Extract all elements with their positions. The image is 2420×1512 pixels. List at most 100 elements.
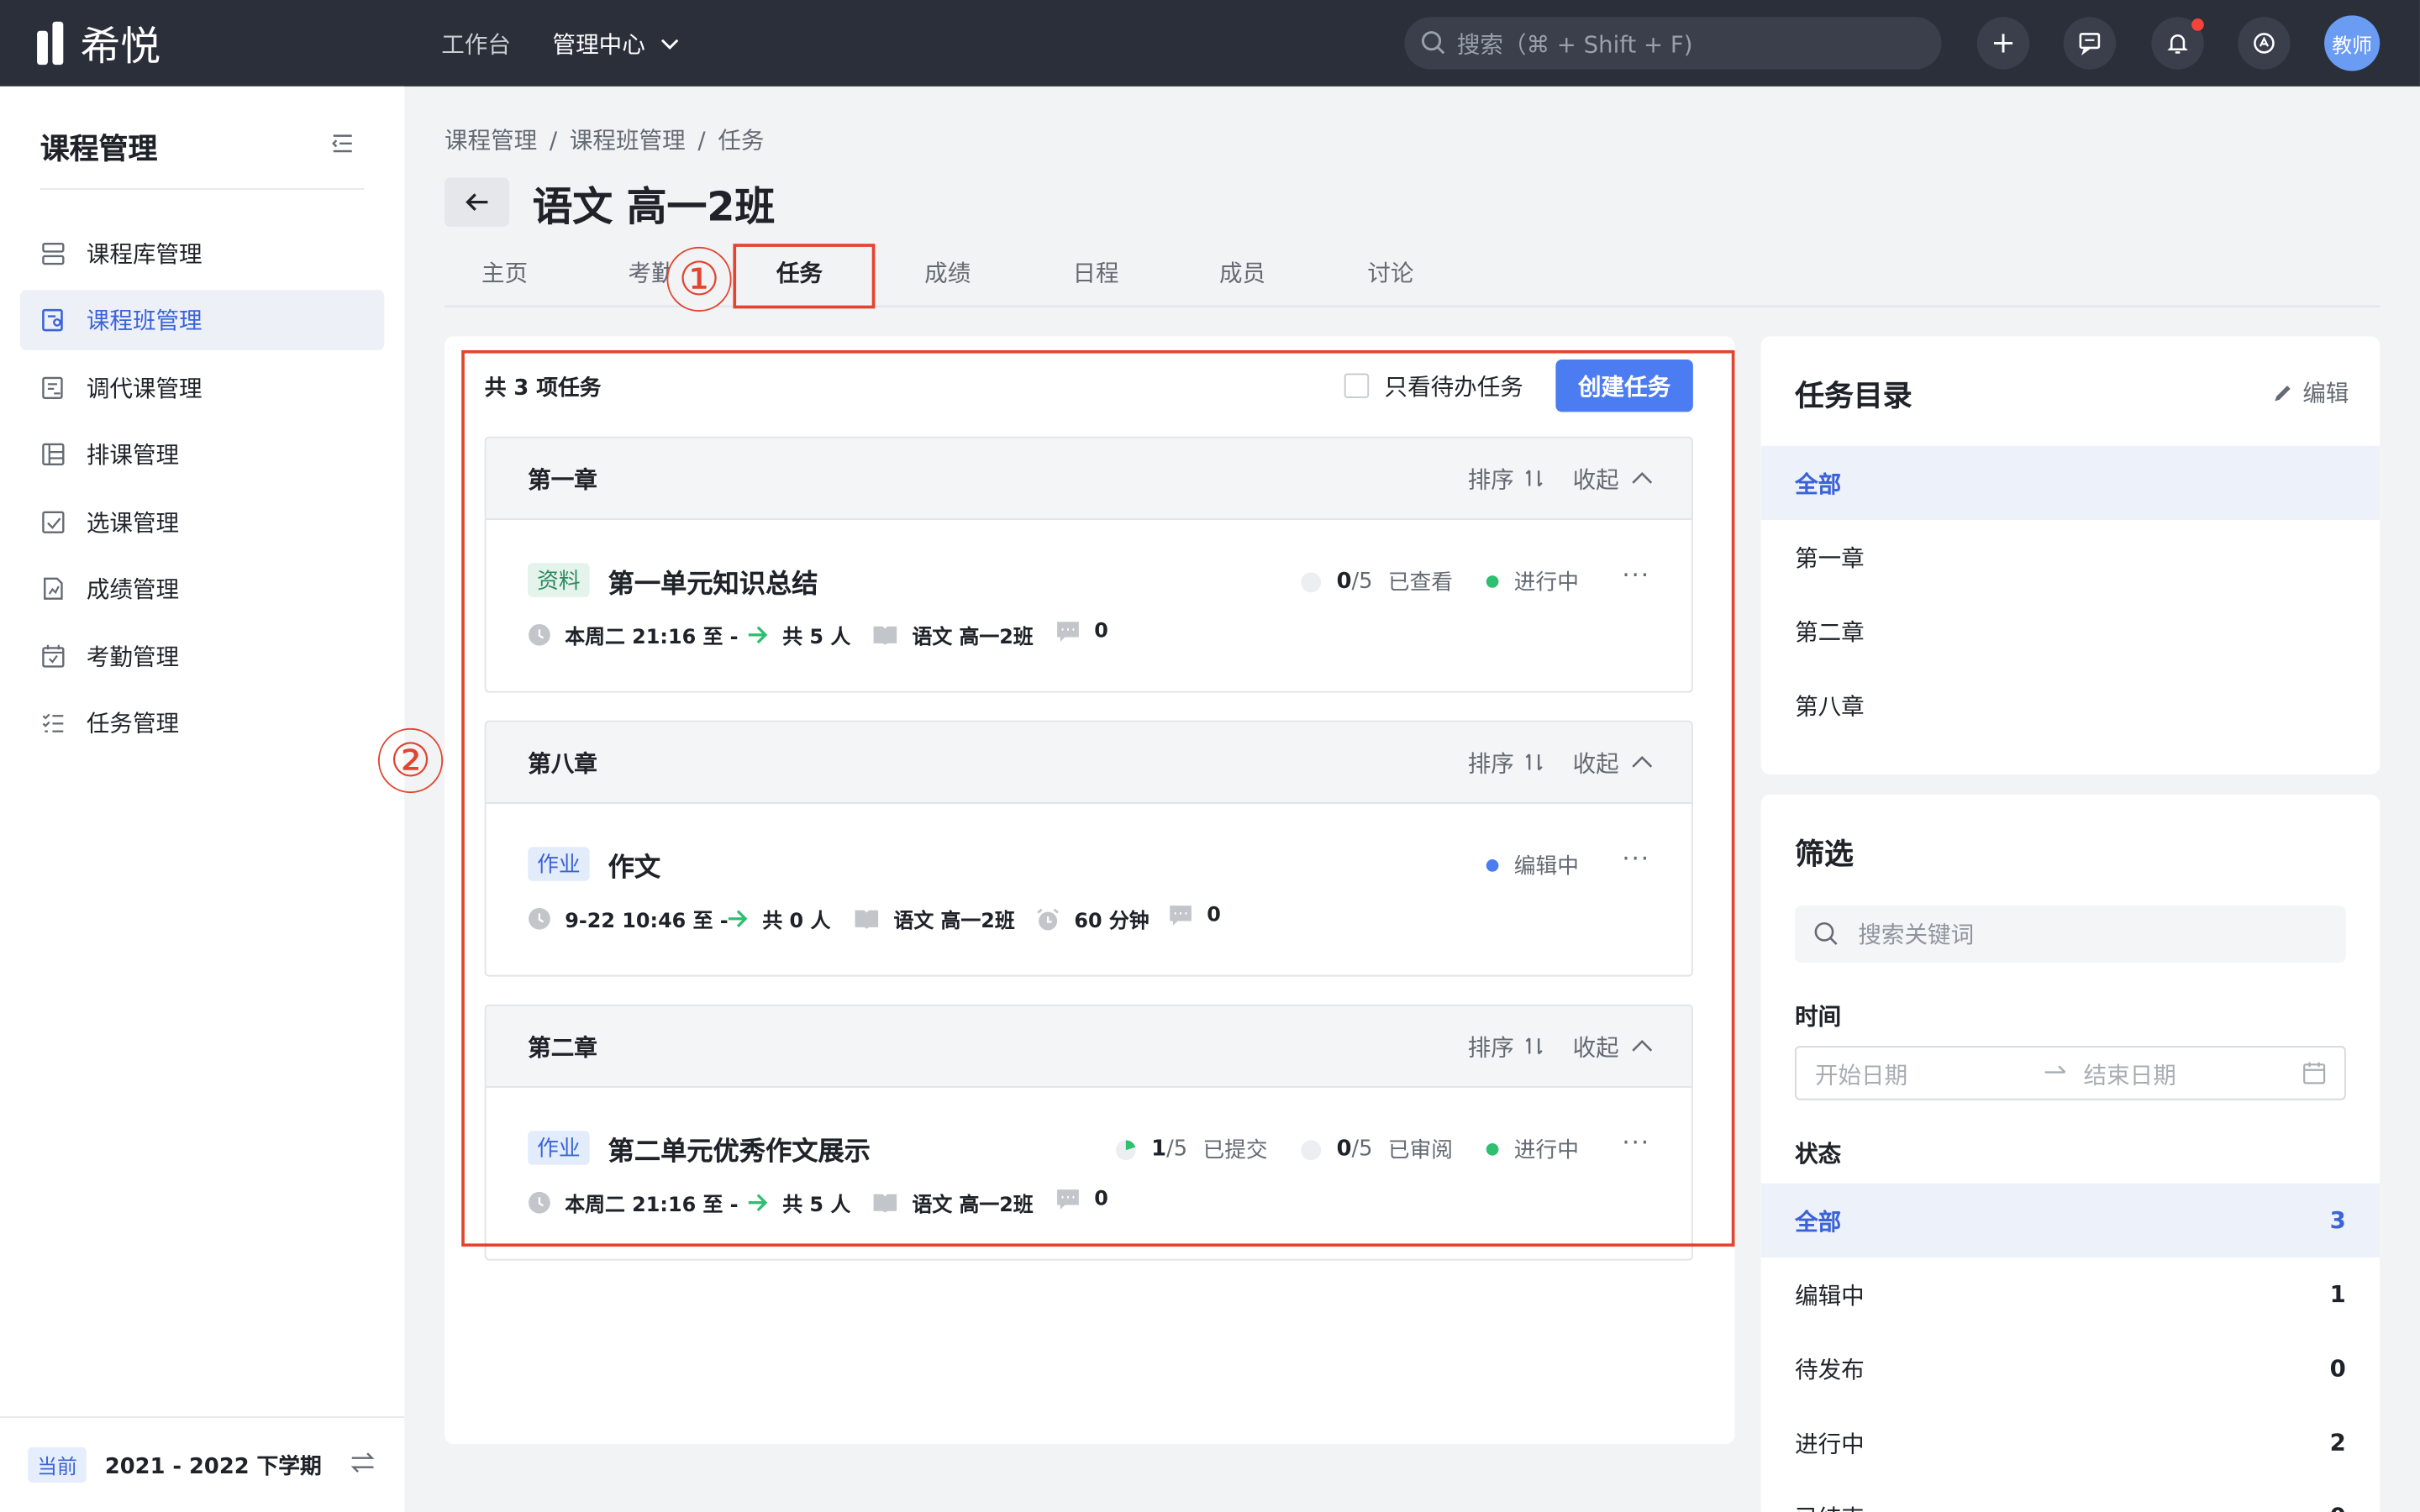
sidebar-title: 课程管理 <box>39 132 158 167</box>
sidebar-item-label: 成绩管理 <box>86 575 180 604</box>
add-button[interactable] <box>1976 17 2030 70</box>
sidebar-item-label: 调代课管理 <box>86 375 203 403</box>
catalog-item-chapter-1[interactable]: 第一章 <box>1761 520 2381 594</box>
catalog-item-chapter-8[interactable]: 第八章 <box>1761 668 2381 742</box>
task-list-icon <box>42 713 64 732</box>
search-icon <box>1421 31 1445 55</box>
catalog-item-chapter-2[interactable]: 第二章 <box>1761 594 2381 668</box>
status-filter-pending[interactable]: 待发布 0 <box>1761 1331 2381 1405</box>
status-filter-ended[interactable]: 已结束 0 <box>1761 1479 2381 1512</box>
nav-workbench[interactable]: 工作台 <box>441 28 511 60</box>
grade-icon <box>44 577 63 600</box>
notification-dot <box>2191 18 2204 31</box>
switch-term-icon[interactable] <box>349 1450 376 1474</box>
checklist-icon <box>42 511 65 533</box>
status-filter-all[interactable]: 全部 3 <box>1760 1183 2381 1257</box>
end-date-input[interactable]: 结束日期 <box>2084 1058 2176 1091</box>
arrow-right-icon <box>2044 1065 2066 1074</box>
sidebar-item-label: 课程库管理 <box>86 240 203 269</box>
keyword-search-input[interactable]: 搜索关键词 <box>1795 906 2346 963</box>
sidebar-item-course-library[interactable]: 课程库管理 <box>20 223 384 284</box>
calendar-check-icon <box>42 644 65 668</box>
account-switch-button[interactable] <box>2238 17 2291 70</box>
status-filter-count: 1 <box>2329 1280 2346 1309</box>
sidebar-item-label: 任务管理 <box>86 709 180 738</box>
sidebar-item-course-class[interactable]: 课程班管理 <box>19 290 385 350</box>
breadcrumb-current: 任务 <box>718 126 765 155</box>
status-filter-count: 2 <box>2329 1428 2346 1457</box>
sidebar-item-substitute[interactable]: 调代课管理 <box>20 358 384 418</box>
back-button[interactable] <box>444 177 510 227</box>
swap-doc-icon <box>42 376 63 400</box>
sidebar-item-label: 选课管理 <box>86 509 180 538</box>
avatar[interactable]: 教师 <box>2324 15 2381 71</box>
sidebar-item-label: 排课管理 <box>86 441 180 470</box>
time-label: 时间 <box>1795 1002 1842 1031</box>
collapse-menu-icon[interactable] <box>330 133 355 155</box>
tab-members[interactable]: 成员 <box>1219 256 1265 289</box>
chevron-down-icon <box>660 38 679 50</box>
nav-admin-center-label: 管理中心 <box>552 30 645 59</box>
filter-title: 筛选 <box>1795 837 1854 872</box>
annotation-marker-2: ② <box>377 727 444 794</box>
status-filter-label: 进行中 <box>1795 1429 1865 1457</box>
status-filter-in-progress[interactable]: 进行中 2 <box>1761 1405 2381 1479</box>
annotation-box-task-list <box>461 349 1735 1247</box>
plus-icon <box>1994 34 2013 53</box>
tab-home[interactable]: 主页 <box>481 256 528 289</box>
logo[interactable]: 希悦 <box>37 18 160 71</box>
server-icon <box>42 243 65 265</box>
breadcrumb-course-management[interactable]: 课程管理 <box>445 127 537 155</box>
chat-icon <box>2079 33 2101 55</box>
logo-icon <box>37 21 71 66</box>
schedule-icon <box>42 443 65 466</box>
logo-text: 希悦 <box>80 24 161 71</box>
sidebar-item-scheduling[interactable]: 排课管理 <box>20 424 384 485</box>
sidebar-item-label: 考勤管理 <box>86 643 180 671</box>
sidebar-item-grades[interactable]: 成绩管理 <box>20 559 384 619</box>
current-term: 2021 - 2022 下学期 <box>104 1455 322 1480</box>
tab-discussion[interactable]: 讨论 <box>1367 256 1413 289</box>
catalog-edit-button[interactable]: 编辑 <box>2272 376 2349 409</box>
tab-grades[interactable]: 成绩 <box>924 256 971 289</box>
breadcrumb: 课程管理 / 课程班管理 / 任务 <box>444 126 765 155</box>
breadcrumb-course-class[interactable]: 课程班管理 <box>570 127 686 155</box>
catalog-item-all[interactable]: 全部 <box>1760 445 2381 520</box>
calendar-icon <box>2303 1062 2326 1084</box>
date-range-picker[interactable]: 开始日期 结束日期 <box>1795 1046 2346 1100</box>
sidebar-item-tasks[interactable]: 任务管理 <box>20 693 384 753</box>
nav-admin-center[interactable]: 管理中心 <box>553 28 680 60</box>
status-label: 状态 <box>1795 1140 1842 1168</box>
sidebar-item-attendance[interactable]: 考勤管理 <box>20 627 384 687</box>
annotation-marker-1: ① <box>666 246 732 312</box>
sidebar-item-course-selection[interactable]: 选课管理 <box>20 492 384 553</box>
catalog-edit-label: 编辑 <box>2302 379 2349 407</box>
sidebar-footer-divider <box>0 1416 405 1418</box>
top-bar <box>0 0 2420 87</box>
status-filter-editing[interactable]: 编辑中 1 <box>1761 1257 2381 1331</box>
switch-account-icon <box>2254 33 2275 54</box>
global-search[interactable]: 搜索（⌘ + Shift + F) <box>1404 17 1942 70</box>
status-filter-count: 0 <box>2330 1503 2346 1512</box>
keyword-search-placeholder: 搜索关键词 <box>1858 921 1975 949</box>
page-title: 语文 高一2班 <box>532 185 776 232</box>
class-icon <box>42 308 63 332</box>
status-filter-count: 3 <box>2329 1206 2346 1235</box>
status-filter-label: 全部 <box>1795 1207 1842 1236</box>
pencil-icon <box>2275 385 2291 401</box>
bell-icon <box>2167 34 2188 54</box>
status-filter-label: 已结束 <box>1795 1500 1865 1512</box>
catalog-title: 任务目录 <box>1795 379 1912 414</box>
status-filter-count: 0 <box>2329 1354 2346 1383</box>
status-filter-label: 编辑中 <box>1795 1281 1865 1310</box>
annotation-box-tabs <box>733 244 876 309</box>
global-search-placeholder: 搜索（⌘ + Shift + F) <box>1456 29 1693 58</box>
sidebar-divider <box>39 188 365 190</box>
search-icon <box>1814 921 1838 945</box>
status-filter-label: 待发布 <box>1795 1355 1865 1383</box>
sidebar-item-label: 课程班管理 <box>86 307 203 335</box>
tab-schedule[interactable]: 日程 <box>1073 256 1119 289</box>
current-term-tag: 当前 <box>28 1446 87 1483</box>
messages-button[interactable] <box>2063 17 2117 70</box>
start-date-input[interactable]: 开始日期 <box>1815 1058 1907 1091</box>
